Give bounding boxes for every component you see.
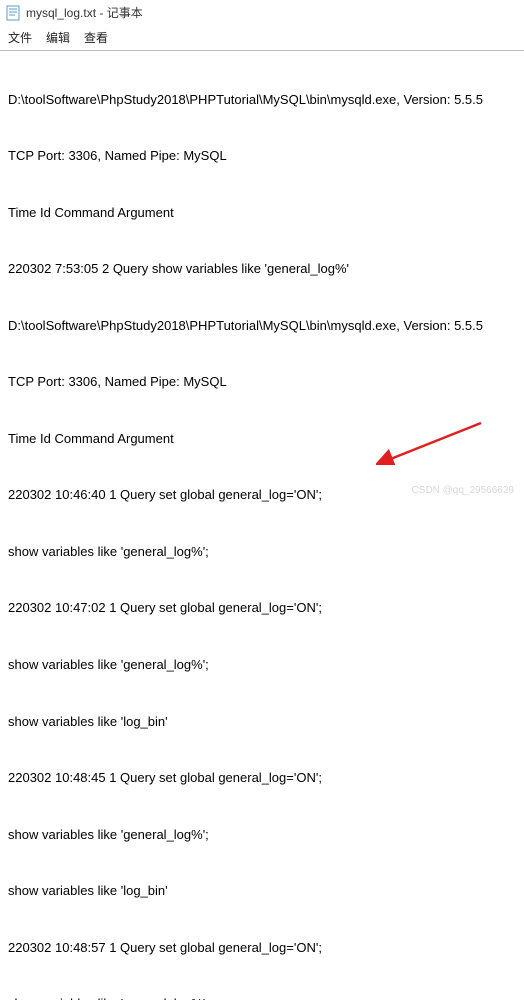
- log-line: 220302 7:53:05 2 Query show variables li…: [8, 260, 516, 279]
- menubar: 文件 编辑 查看: [0, 25, 524, 51]
- menu-edit[interactable]: 编辑: [46, 29, 70, 46]
- log-line: Time Id Command Argument: [8, 430, 516, 449]
- window-title: mysql_log.txt - 记事本: [26, 4, 143, 21]
- log-line: 220302 10:48:45 1 Query set global gener…: [8, 769, 516, 788]
- log-line: D:\toolSoftware\PhpStudy2018\PHPTutorial…: [8, 91, 516, 110]
- log-line: show variables like 'general_log%';: [8, 995, 516, 1000]
- watermark: CSDN @qq_29566629: [412, 485, 514, 496]
- log-line: 220302 10:47:02 1 Query set global gener…: [8, 599, 516, 618]
- log-line: show variables like 'log_bin': [8, 713, 516, 732]
- log-line: show variables like 'general_log%';: [8, 543, 516, 562]
- log-line: 220302 10:48:57 1 Query set global gener…: [8, 939, 516, 958]
- log-line: Time Id Command Argument: [8, 204, 516, 223]
- log-line: TCP Port: 3306, Named Pipe: MySQL: [8, 147, 516, 166]
- log-line: show variables like 'log_bin': [8, 882, 516, 901]
- log-line: show variables like 'general_log%';: [8, 656, 516, 675]
- titlebar: mysql_log.txt - 记事本: [0, 0, 524, 25]
- log-content[interactable]: D:\toolSoftware\PhpStudy2018\PHPTutorial…: [0, 51, 524, 1000]
- menu-view[interactable]: 查看: [84, 29, 108, 46]
- menu-file[interactable]: 文件: [8, 29, 32, 46]
- log-line: show variables like 'general_log%';: [8, 826, 516, 845]
- notepad-icon: [6, 5, 20, 21]
- log-line: TCP Port: 3306, Named Pipe: MySQL: [8, 373, 516, 392]
- log-line: D:\toolSoftware\PhpStudy2018\PHPTutorial…: [8, 317, 516, 336]
